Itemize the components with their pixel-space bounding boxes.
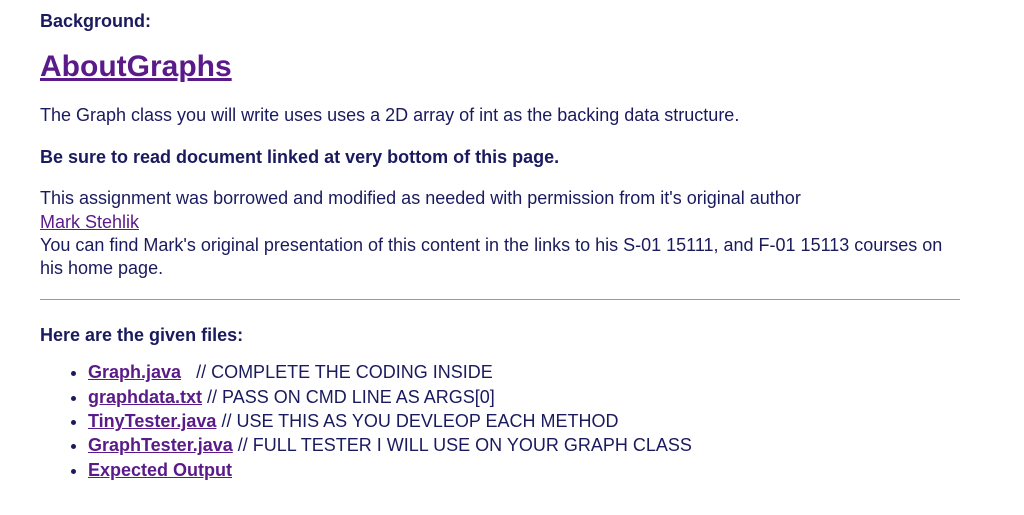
file-comment: // USE THIS AS YOU DEVLEOP EACH METHOD: [216, 411, 618, 431]
divider: [40, 299, 960, 300]
list-item: TinyTester.java // USE THIS AS YOU DEVLE…: [88, 410, 960, 433]
file-link-graph-java[interactable]: Graph.java: [88, 362, 181, 382]
file-link-tinytester-java[interactable]: TinyTester.java: [88, 411, 216, 431]
file-link-graphtester-java[interactable]: GraphTester.java: [88, 435, 233, 455]
attribution-prefix: This assignment was borrowed and modifie…: [40, 188, 801, 208]
files-heading: Here are the given files:: [40, 324, 960, 347]
list-item: Expected Output: [88, 459, 960, 482]
file-comment: // PASS ON CMD LINE AS ARGS[0]: [202, 387, 495, 407]
list-item: Graph.java // COMPLETE THE CODING INSIDE: [88, 361, 960, 384]
list-item: graphdata.txt // PASS ON CMD LINE AS ARG…: [88, 386, 960, 409]
file-link-expected-output[interactable]: Expected Output: [88, 460, 232, 480]
file-link-graphdata-txt[interactable]: graphdata.txt: [88, 387, 202, 407]
list-item: GraphTester.java // FULL TESTER I WILL U…: [88, 434, 960, 457]
attribution-block: This assignment was borrowed and modifie…: [40, 187, 960, 281]
attribution-suffix: You can find Mark's original presentatio…: [40, 235, 942, 278]
file-comment: // COMPLETE THE CODING INSIDE: [181, 362, 493, 382]
file-list: Graph.java // COMPLETE THE CODING INSIDE…: [40, 361, 960, 482]
background-label: Background:: [40, 10, 960, 33]
file-comment: // FULL TESTER I WILL USE ON YOUR GRAPH …: [233, 435, 692, 455]
intro-paragraph: The Graph class you will write uses uses…: [40, 104, 960, 127]
about-graphs-link[interactable]: AboutGraphs: [40, 47, 232, 86]
read-note: Be sure to read document linked at very …: [40, 146, 960, 169]
author-link[interactable]: Mark Stehlik: [40, 212, 139, 232]
